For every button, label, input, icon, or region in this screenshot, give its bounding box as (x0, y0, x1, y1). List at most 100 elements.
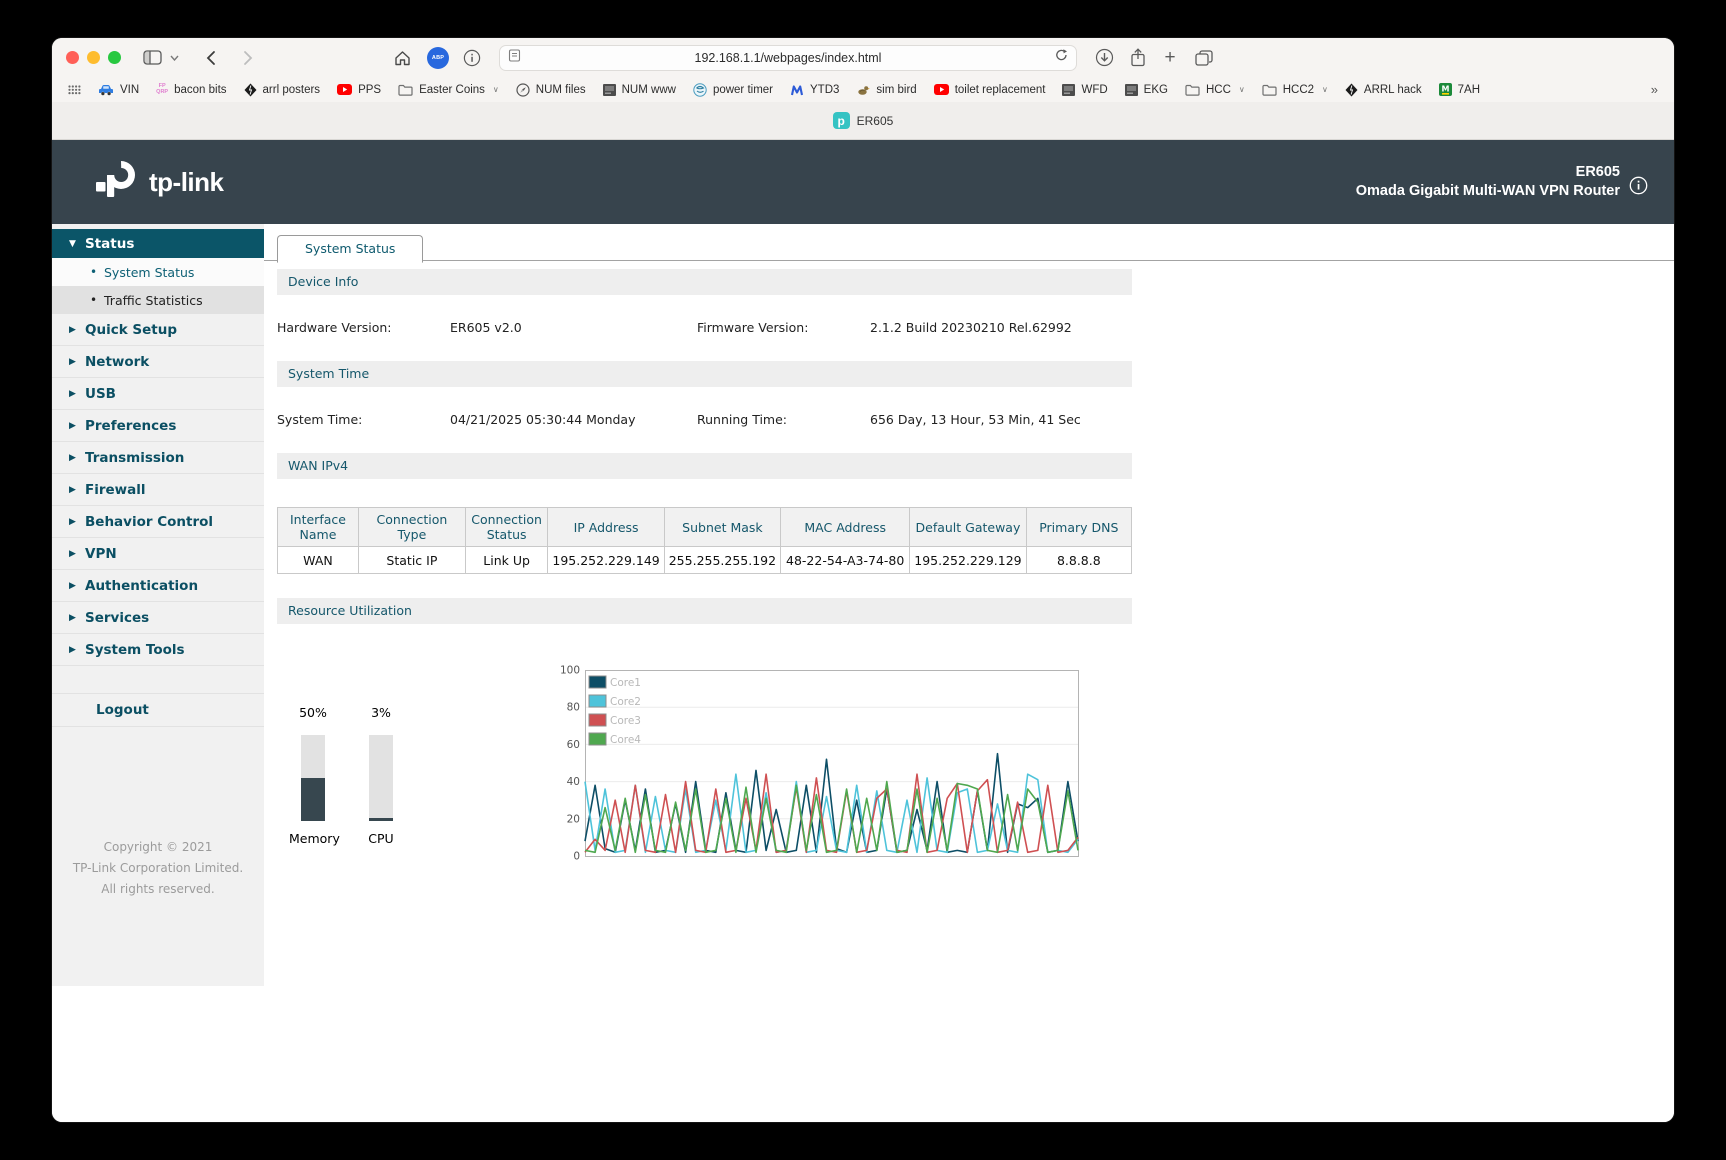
window-controls (66, 51, 121, 64)
wan-column-header: MAC Address (781, 508, 910, 547)
chevron-down-icon: ∨ (1239, 85, 1245, 94)
folder-icon (1185, 84, 1200, 96)
cpu-label: CPU (357, 831, 405, 846)
sidebar-item-quick-setup[interactable]: ▶Quick Setup (52, 314, 264, 346)
home-icon[interactable] (389, 45, 415, 71)
bookmark-vin[interactable]: VIN (98, 84, 139, 96)
sidebar-item-services[interactable]: ▶Services (52, 602, 264, 634)
back-icon[interactable] (197, 45, 223, 71)
chevron-collapsed-icon: ▶ (69, 581, 85, 591)
sidebar-item-system-tools[interactable]: ▶System Tools (52, 634, 264, 666)
wan-column-header: Connection Status (465, 508, 548, 547)
info-icon[interactable] (459, 45, 485, 71)
folder-icon (398, 84, 413, 96)
bookmark-sim-bird[interactable]: sim bird (856, 84, 916, 96)
sidebar: ▼Status•System Status•Traffic Statistics… (52, 224, 264, 1122)
bird-icon (856, 84, 870, 96)
chevron-collapsed-icon: ▶ (69, 357, 85, 367)
bookmark-label: toilet replacement (955, 84, 1046, 96)
close-window-button[interactable] (66, 51, 79, 64)
sidebar-item-usb[interactable]: ▶USB (52, 378, 264, 410)
bookmark-toilet-replacement[interactable]: toilet replacement (934, 84, 1046, 96)
new-tab-icon[interactable]: + (1157, 45, 1183, 71)
forward-icon[interactable] (235, 45, 261, 71)
sidebar-item-preferences[interactable]: ▶Preferences (52, 410, 264, 442)
tab-overview-icon[interactable] (1191, 45, 1217, 71)
tab-bar: p ER605 (52, 102, 1674, 140)
product-name: Omada Gigabit Multi-WAN VPN Router (1356, 182, 1620, 201)
sidebar-toggle-icon[interactable] (139, 45, 165, 71)
bookmark-ekg[interactable]: EKG (1125, 84, 1168, 96)
svg-text:60: 60 (567, 739, 580, 751)
bookmark-power-timer[interactable]: power timer (693, 83, 773, 97)
bookmark-easter-coins[interactable]: Easter Coins∨ (398, 84, 499, 96)
bookmark-label: YTD3 (810, 84, 839, 96)
chevron-collapsed-icon: ▶ (69, 421, 85, 431)
bookmark-7ah[interactable]: M7AH (1439, 83, 1480, 96)
bookmark-label: NUM www (622, 84, 676, 96)
memory-percent: 50% (289, 705, 337, 720)
firmware-version-value: 2.1.2 Build 20230210 Rel.62992 (870, 320, 1132, 335)
bookmark-label: power timer (713, 84, 773, 96)
sidebar-item-network[interactable]: ▶Network (52, 346, 264, 378)
sidebar-chevron-icon[interactable] (165, 45, 183, 71)
refresh-icon[interactable] (1055, 48, 1068, 67)
logout-button[interactable]: Logout (52, 693, 264, 727)
sidebar-subitem-traffic-statistics[interactable]: •Traffic Statistics (52, 286, 264, 314)
sidebar-item-authentication[interactable]: ▶Authentication (52, 570, 264, 602)
adblock-badge-icon[interactable]: ABP (425, 45, 451, 71)
bookmark-bacon-bits[interactable]: FPQRP bacon bits (156, 84, 226, 96)
svg-text:100: 100 (560, 665, 580, 677)
bookmark-label: WFD (1081, 84, 1107, 96)
device-info-row: Hardware Version: ER605 v2.0 Firmware Ve… (277, 295, 1132, 361)
tab-title[interactable]: ER605 (857, 114, 894, 128)
bookmarks-overflow-icon[interactable]: » (1651, 82, 1658, 97)
car-icon (98, 84, 114, 96)
bookmark-hcc[interactable]: HCC∨ (1185, 84, 1245, 96)
system-time-label: System Time: (277, 412, 450, 427)
fpqrp-icon: FPQRP (156, 84, 168, 95)
bookmark-num-www[interactable]: NUM www (603, 84, 676, 96)
thumb-icon (1125, 84, 1138, 96)
sidebar-item-vpn[interactable]: ▶VPN (52, 538, 264, 570)
bookmark-label: bacon bits (174, 84, 226, 96)
chevron-collapsed-icon: ▶ (69, 645, 85, 655)
share-icon[interactable] (1125, 45, 1151, 71)
wan-table-cell: WAN (278, 547, 359, 574)
legend-swatch-core3 (589, 714, 606, 726)
chevron-collapsed-icon: ▶ (69, 485, 85, 495)
sidebar-item-firewall[interactable]: ▶Firewall (52, 474, 264, 506)
bookmark-label: sim bird (876, 84, 916, 96)
download-icon[interactable] (1091, 45, 1117, 71)
bookmark-arrl-posters[interactable]: arrl posters (244, 83, 321, 97)
bookmark-ytd3[interactable]: YTD3 (790, 84, 839, 96)
bookmark-wfd[interactable]: WFD (1062, 84, 1107, 96)
minimize-window-button[interactable] (87, 51, 100, 64)
copyright-line: All rights reserved. (52, 879, 264, 900)
sidebar-item-behavior-control[interactable]: ▶Behavior Control (52, 506, 264, 538)
wan-table-cell: Static IP (358, 547, 465, 574)
sidebar-item-label: USB (85, 386, 116, 402)
resource-utilization-body: 50% Memory 3% CPU 020406080100Core1Core2… (277, 624, 1132, 874)
bookmark-arrl-hack[interactable]: ARRL hack (1345, 83, 1422, 97)
url-field[interactable]: 192.168.1.1/webpages/index.html (499, 45, 1077, 71)
youtube-icon (934, 84, 949, 95)
copyright-text: Copyright © 2021TP-Link Corporation Limi… (52, 837, 264, 900)
tab-system-status[interactable]: System Status (277, 235, 423, 263)
url-text[interactable]: 192.168.1.1/webpages/index.html (521, 51, 1055, 65)
zoom-window-button[interactable] (108, 51, 121, 64)
sidebar-item-status[interactable]: ▼Status (52, 229, 264, 258)
reader-icon[interactable] (508, 49, 521, 67)
sidebar-subitem-system-status[interactable]: •System Status (52, 258, 264, 286)
cpu-bar (369, 735, 393, 821)
sidebar-item-transmission[interactable]: ▶Transmission (52, 442, 264, 474)
chevron-collapsed-icon: ▶ (69, 389, 85, 399)
wan-column-header: Subnet Mask (664, 508, 780, 547)
bookmark-hcc2[interactable]: HCC2∨ (1262, 84, 1328, 96)
cpu-cores-chart: 020406080100Core1Core2Core3Core4 (555, 662, 1085, 866)
sidebar-subitem-label: System Status (104, 265, 194, 280)
bookmark-num-files[interactable]: NUM files (516, 83, 586, 97)
bookmark-pps[interactable]: PPS (337, 84, 381, 96)
device-info-icon[interactable] (1629, 176, 1648, 200)
show-all-bookmarks-button[interactable] (68, 85, 81, 95)
